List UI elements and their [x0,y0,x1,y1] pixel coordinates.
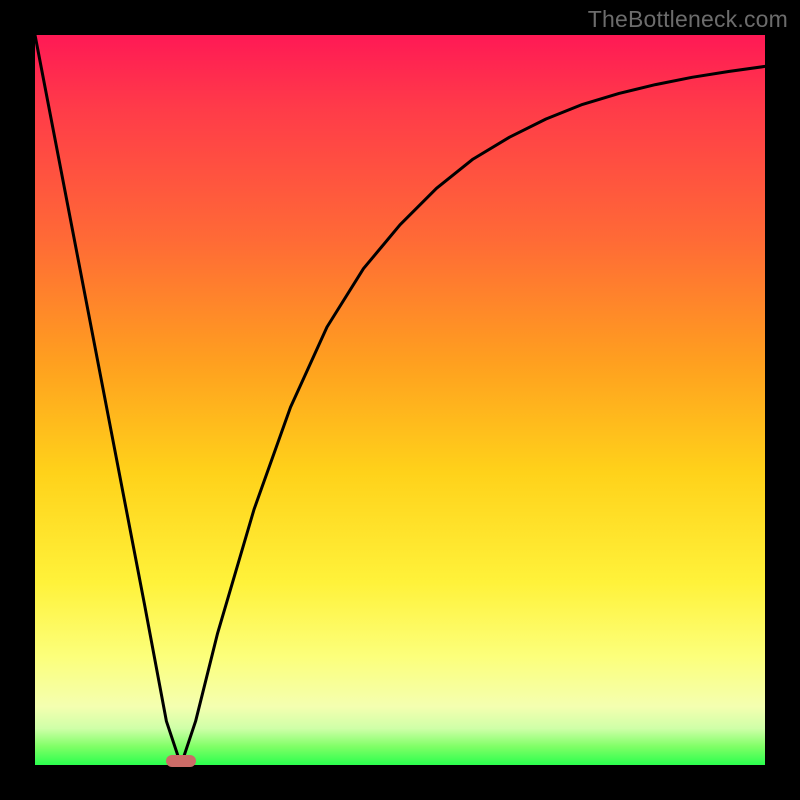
plot-area [35,35,765,765]
chart-frame: TheBottleneck.com [0,0,800,800]
curve-path [35,35,765,765]
optimal-marker [166,755,195,767]
watermark-text: TheBottleneck.com [588,6,788,33]
bottleneck-curve [35,35,765,765]
